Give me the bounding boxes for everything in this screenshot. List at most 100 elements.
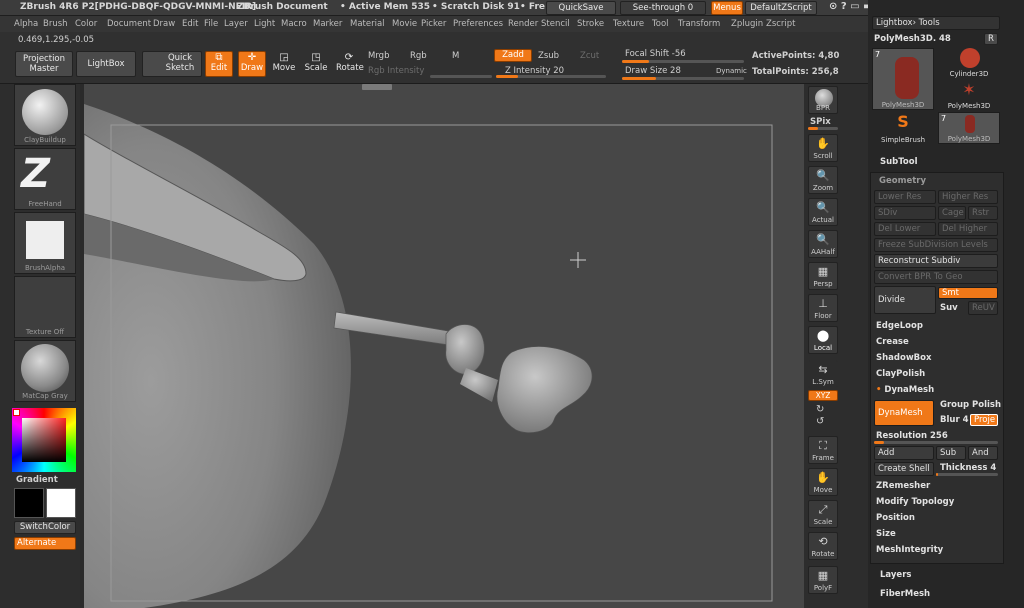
sdiv-slider[interactable]: SDiv xyxy=(874,206,936,220)
resolution-label[interactable]: Resolution 256 xyxy=(876,431,948,441)
frame-button[interactable]: ⛶ Frame xyxy=(808,436,838,464)
secondary-color-swatch[interactable] xyxy=(14,488,44,518)
texture-selector[interactable]: Texture Off xyxy=(14,276,76,338)
alpha-selector[interactable]: BrushAlpha xyxy=(14,212,76,274)
lower-res-button[interactable]: Lower Res xyxy=(874,190,936,204)
move-button[interactable]: ◲ Move xyxy=(271,51,297,77)
stroke-selector[interactable]: Z FreeHand xyxy=(14,148,76,210)
rotate-axis-icons[interactable]: ↻ ↺ xyxy=(816,404,824,428)
resolution-slider[interactable] xyxy=(874,441,998,444)
zoom-button[interactable]: 🔍 Zoom xyxy=(808,166,838,194)
tool-thumb-simplebrush[interactable]: S SimpleBrush xyxy=(872,112,934,144)
persp-button[interactable]: ▦ Persp xyxy=(808,262,838,290)
menu-draw[interactable]: Draw xyxy=(153,19,175,29)
tool-thumb-cylinder[interactable]: Cylinder3D xyxy=(938,48,1000,78)
menu-transform[interactable]: Transform xyxy=(678,19,720,29)
alternate-button[interactable]: Alternate xyxy=(14,537,76,550)
suv-toggle[interactable]: Suv xyxy=(940,303,958,313)
switchcolor-button[interactable]: SwitchColor xyxy=(14,521,76,534)
dynamic-toggle[interactable]: Dynamic xyxy=(716,67,747,75)
polyf-button[interactable]: ▦ PolyF xyxy=(808,566,838,594)
menu-brush[interactable]: Brush xyxy=(43,19,68,29)
primary-color-swatch[interactable] xyxy=(46,488,76,518)
menu-light[interactable]: Light xyxy=(254,19,275,29)
del-lower-button[interactable]: Del Lower xyxy=(874,222,936,236)
edit-button[interactable]: ⧉ Edit xyxy=(205,51,233,77)
blur-slider[interactable]: Blur 4 xyxy=(940,415,969,425)
freeze-subdivision-button[interactable]: Freeze SubDivision Levels xyxy=(874,238,998,252)
position-section[interactable]: Position xyxy=(876,513,915,523)
lsym-button[interactable]: ⇆ L.Sym xyxy=(808,360,838,388)
rotate-view-button[interactable]: ⟲ Rotate xyxy=(808,532,838,560)
convert-bpr-button[interactable]: Convert BPR To Geo xyxy=(874,270,998,284)
reconstruct-subdiv-button[interactable]: Reconstruct Subdiv xyxy=(874,254,998,268)
draw-size-slider[interactable] xyxy=(622,77,744,80)
menu-marker[interactable]: Marker xyxy=(313,19,342,29)
spix-label[interactable]: SPix xyxy=(810,117,831,127)
zremesher-section[interactable]: ZRemesher xyxy=(876,481,930,491)
menu-movie[interactable]: Movie xyxy=(392,19,417,29)
menu-macro[interactable]: Macro xyxy=(281,19,307,29)
menu-picker[interactable]: Picker xyxy=(421,19,446,29)
edgeloop-section[interactable]: EdgeLoop xyxy=(876,321,923,331)
see-through-slider[interactable]: See-through 0 xyxy=(620,1,706,15)
geometry-header[interactable]: Geometry xyxy=(879,176,926,186)
menu-zscript[interactable]: Zscript xyxy=(766,19,796,29)
smt-toggle[interactable]: Smt xyxy=(938,287,998,299)
menu-zplugin[interactable]: Zplugin xyxy=(731,19,763,29)
shadowbox-section[interactable]: ShadowBox xyxy=(876,353,932,363)
scroll-button[interactable]: ✋ Scroll xyxy=(808,134,838,162)
mrgb-button[interactable]: Mrgb xyxy=(368,51,389,61)
r-button[interactable]: R xyxy=(984,33,998,45)
dynamesh-section[interactable]: • DynaMesh xyxy=(876,385,934,395)
polish-toggle[interactable]: Polish xyxy=(972,400,1001,410)
draw-button[interactable]: ✛ Draw xyxy=(238,51,266,77)
menu-render[interactable]: Render xyxy=(508,19,538,29)
menu-file[interactable]: File xyxy=(204,19,218,29)
sub-button[interactable]: Sub xyxy=(936,446,966,460)
reuv-button[interactable]: ReUV xyxy=(968,301,998,315)
menu-tool[interactable]: Tool xyxy=(652,19,669,29)
rotate-button[interactable]: ⟳ Rotate xyxy=(335,51,364,77)
z-intensity-slider[interactable] xyxy=(496,75,606,78)
thickness-slider[interactable] xyxy=(936,473,998,476)
project-toggle[interactable]: Proje xyxy=(970,414,998,426)
zsub-button[interactable]: Zsub xyxy=(538,51,559,61)
divide-button[interactable]: Divide xyxy=(874,286,936,314)
menus-button[interactable]: Menus xyxy=(711,1,743,15)
cage-button[interactable]: Cage xyxy=(938,206,966,220)
higher-res-button[interactable]: Higher Res xyxy=(938,190,998,204)
rstr-button[interactable]: Rstr xyxy=(968,206,998,220)
viewport-canvas[interactable] xyxy=(84,84,804,608)
menu-layer[interactable]: Layer xyxy=(224,19,248,29)
and-button[interactable]: And xyxy=(968,446,998,460)
spix-slider[interactable] xyxy=(808,127,838,130)
lightbox-tools-header[interactable]: Lightbox› Tools xyxy=(872,16,1000,30)
menu-material[interactable]: Material xyxy=(350,19,385,29)
default-zscript-button[interactable]: DefaultZScript xyxy=(745,1,817,15)
menu-stencil[interactable]: Stencil xyxy=(541,19,570,29)
color-picker[interactable] xyxy=(12,408,76,472)
aahalf-button[interactable]: 🔍 AAHalf xyxy=(808,230,838,258)
lightbox-button[interactable]: LightBox xyxy=(76,51,136,77)
rgb-intensity-label[interactable]: Rgb Intensity xyxy=(368,66,424,76)
focal-shift-slider[interactable] xyxy=(622,60,744,63)
rgb-intensity-slider[interactable] xyxy=(430,75,492,78)
thickness-label[interactable]: Thickness 4 xyxy=(940,463,996,473)
crease-section[interactable]: Crease xyxy=(876,337,909,347)
draw-size-label[interactable]: Draw Size 28 xyxy=(625,66,681,76)
modify-topology-section[interactable]: Modify Topology xyxy=(876,497,954,507)
rgb-button[interactable]: Rgb xyxy=(410,51,427,61)
del-higher-button[interactable]: Del Higher xyxy=(938,222,998,236)
meshintegrity-section[interactable]: MeshIntegrity xyxy=(876,545,943,555)
local-button[interactable]: ⬤ Local xyxy=(808,326,838,354)
menu-color[interactable]: Color xyxy=(75,19,97,29)
material-selector[interactable]: MatCap Gray xyxy=(14,340,76,402)
subtool-section[interactable]: SubTool xyxy=(880,157,918,167)
tool-thumb-polymesh-3[interactable]: 7 PolyMesh3D xyxy=(938,112,1000,144)
zadd-button[interactable]: Zadd xyxy=(494,49,532,62)
zcut-button[interactable]: Zcut xyxy=(580,51,599,61)
group-toggle[interactable]: Group xyxy=(940,400,969,410)
menu-stroke[interactable]: Stroke xyxy=(577,19,604,29)
scale-button[interactable]: ◳ Scale xyxy=(303,51,329,77)
